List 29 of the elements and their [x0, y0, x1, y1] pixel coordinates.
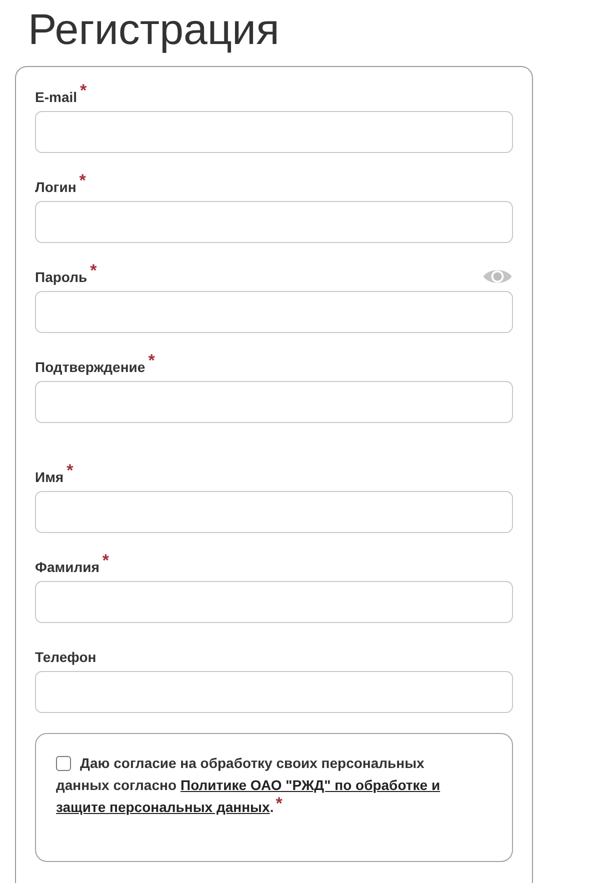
- field-label: Пароль: [35, 269, 88, 285]
- required-mark: *: [79, 173, 86, 189]
- field-label: Имя: [35, 469, 64, 485]
- field-label: E-mail: [35, 89, 78, 105]
- text-field[interactable]: [35, 111, 513, 153]
- required-mark: *: [80, 83, 87, 99]
- text-field[interactable]: [35, 381, 513, 423]
- consent-text: данных согласно: [56, 777, 177, 793]
- policy-link[interactable]: защите персональных данных: [56, 799, 270, 815]
- show-password-icon[interactable]: [482, 267, 513, 286]
- field-label: Логин: [35, 179, 76, 195]
- consent-text: .: [270, 799, 274, 815]
- text-field[interactable]: [35, 491, 513, 533]
- text-field[interactable]: [35, 671, 513, 713]
- page-title: Регистрация: [27, 5, 280, 54]
- text-field[interactable]: [35, 201, 513, 243]
- required-mark: *: [148, 353, 155, 369]
- required-mark: *: [90, 263, 97, 279]
- field-label: Телефон: [35, 649, 96, 665]
- policy-link[interactable]: Политике ОАО "РЖД" по обработке и: [180, 777, 440, 793]
- field-label: Подтверждение: [35, 359, 146, 375]
- required-mark: *: [102, 553, 109, 569]
- consent-checkbox[interactable]: [56, 756, 71, 770]
- text-field[interactable]: [35, 291, 513, 333]
- consent-text: Даю согласие на обработку своих персональных: [80, 755, 424, 771]
- required-mark: *: [66, 463, 74, 479]
- text-field[interactable]: [35, 581, 513, 623]
- field-label: Фамилия: [35, 559, 100, 575]
- required-mark: *: [276, 796, 282, 812]
